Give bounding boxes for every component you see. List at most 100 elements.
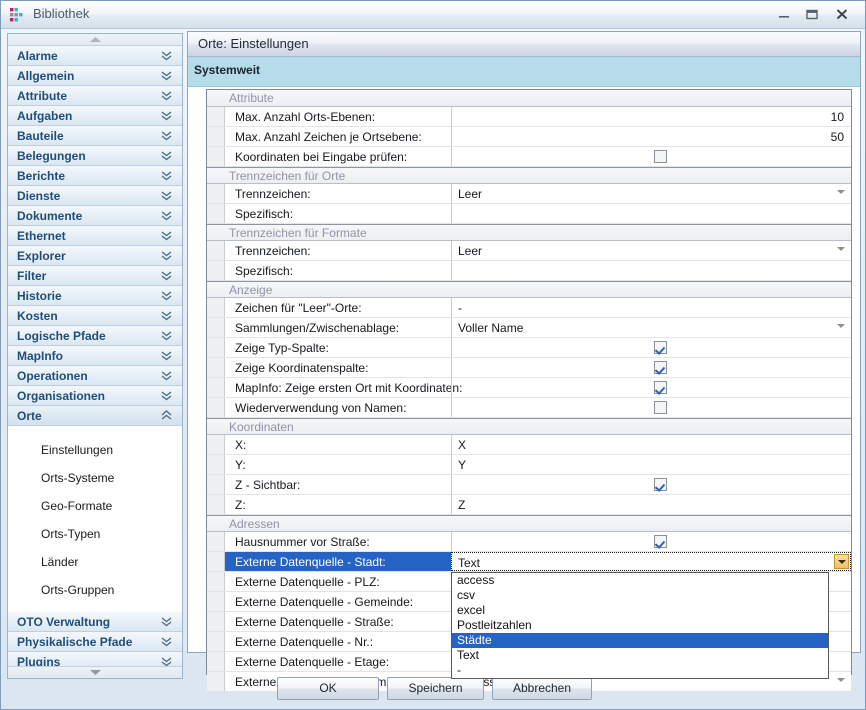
sidebar-item-einstellungen[interactable]: Einstellungen bbox=[8, 436, 182, 464]
sidebar-group-kosten[interactable]: Kosten bbox=[8, 306, 182, 326]
setting-row[interactable]: Z: Z bbox=[207, 495, 851, 515]
sidebar-group-orte[interactable]: Orte bbox=[8, 406, 182, 426]
sidebar-group-physikalische-pfade[interactable]: Physikalische Pfade bbox=[8, 632, 182, 652]
minimize-icon[interactable] bbox=[771, 5, 797, 24]
setting-value-cell[interactable] bbox=[451, 261, 851, 280]
combo-dropdown-button[interactable] bbox=[834, 554, 849, 569]
setting-value-cell[interactable]: Leer bbox=[451, 241, 851, 260]
setting-checkbox[interactable] bbox=[654, 478, 667, 491]
sidebar-scroll-up-icon[interactable] bbox=[8, 34, 182, 46]
sidebar-group-dienste[interactable]: Dienste bbox=[8, 186, 182, 206]
dropdown-option[interactable]: access bbox=[452, 573, 828, 588]
setting-checkbox[interactable] bbox=[654, 381, 667, 394]
sidebar-group-bauteile[interactable]: Bauteile bbox=[8, 126, 182, 146]
sidebar-group-logische-pfade[interactable]: Logische Pfade bbox=[8, 326, 182, 346]
setting-value-cell[interactable]: - bbox=[451, 298, 851, 317]
setting-value-cell[interactable]: 10 bbox=[451, 107, 851, 126]
setting-row[interactable]: Spezifisch: bbox=[207, 204, 851, 224]
setting-row[interactable]: X: X bbox=[207, 435, 851, 455]
setting-row[interactable]: Z - Sichtbar: bbox=[207, 475, 851, 495]
sidebar-item-orts-gruppen[interactable]: Orts-Gruppen bbox=[8, 576, 182, 604]
maximize-icon[interactable] bbox=[799, 5, 825, 24]
setting-value-cell[interactable]: Text bbox=[451, 552, 851, 571]
setting-row[interactable]: MapInfo: Zeige ersten Ort mit Koordinate… bbox=[207, 378, 851, 398]
sidebar-item-geo-formate[interactable]: Geo-Formate bbox=[8, 492, 182, 520]
setting-checkbox[interactable] bbox=[654, 361, 667, 374]
sidebar-group-allgemein[interactable]: Allgemein bbox=[8, 66, 182, 86]
setting-value-cell[interactable] bbox=[451, 475, 851, 494]
application-window: Bibliothek Alarme Allgemein Attribute Aufga… bbox=[0, 0, 866, 710]
setting-value-cell[interactable] bbox=[451, 204, 851, 223]
sidebar-group-label: Physikalische Pfade bbox=[17, 635, 133, 649]
setting-value-cell[interactable] bbox=[451, 378, 851, 397]
sidebar-group-organisationen[interactable]: Organisationen bbox=[8, 386, 182, 406]
setting-value-cell[interactable]: Voller Name bbox=[451, 318, 851, 337]
setting-row[interactable]: Zeige Typ-Spalte: bbox=[207, 338, 851, 358]
cancel-button[interactable]: Abbrechen bbox=[492, 677, 592, 700]
sidebar-group-ethernet[interactable]: Ethernet bbox=[8, 226, 182, 246]
setting-row[interactable]: Trennzeichen: Leer bbox=[207, 241, 851, 261]
dropdown-option[interactable]: Städte bbox=[452, 633, 828, 648]
setting-row[interactable]: Zeichen für "Leer"-Orte: - bbox=[207, 298, 851, 318]
setting-value-cell[interactable] bbox=[451, 398, 851, 417]
setting-row[interactable]: Sammlungen/Zwischenablage: Voller Name bbox=[207, 318, 851, 338]
setting-checkbox[interactable] bbox=[654, 401, 667, 414]
setting-value-cell[interactable] bbox=[451, 532, 851, 551]
section-header: Koordinaten bbox=[207, 418, 851, 435]
dropdown-option[interactable]: - bbox=[452, 663, 828, 678]
setting-value-cell[interactable]: 50 bbox=[451, 127, 851, 146]
sidebar-group-oto-verwaltung[interactable]: OTO Verwaltung bbox=[8, 612, 182, 632]
setting-row[interactable]: Trennzeichen: Leer bbox=[207, 184, 851, 204]
setting-row[interactable]: Max. Anzahl Orts-Ebenen: 10 bbox=[207, 107, 851, 127]
chevron-down-icon[interactable] bbox=[837, 190, 845, 194]
setting-row[interactable]: Spezifisch: bbox=[207, 261, 851, 281]
setting-value-cell[interactable]: X bbox=[451, 435, 851, 454]
dropdown-option[interactable]: csv bbox=[452, 588, 828, 603]
setting-checkbox[interactable] bbox=[654, 535, 667, 548]
setting-checkbox[interactable] bbox=[654, 341, 667, 354]
dropdown-list[interactable]: access csv excel Postleitzahlen Städte Text - bbox=[451, 572, 829, 679]
setting-label: Externe Datenquelle - Straße: bbox=[235, 615, 394, 629]
sidebar-group-historie[interactable]: Historie bbox=[8, 286, 182, 306]
ok-button[interactable]: OK bbox=[277, 677, 379, 700]
setting-value-cell[interactable] bbox=[451, 147, 851, 166]
setting-row[interactable]: Externe Datenquelle - Stadt: access csv exc… bbox=[207, 552, 851, 679]
setting-value-cell[interactable] bbox=[451, 358, 851, 377]
sidebar-item-orts-systeme[interactable]: Orts-Systeme bbox=[8, 464, 182, 492]
sidebar-group-label: Organisationen bbox=[17, 389, 106, 403]
sidebar-item-orts-typen[interactable]: Orts-Typen bbox=[8, 520, 182, 548]
dropdown-option[interactable]: Postleitzahlen bbox=[452, 618, 828, 633]
dropdown-option[interactable]: Text bbox=[452, 648, 828, 663]
setting-checkbox[interactable] bbox=[654, 150, 667, 163]
setting-row[interactable]: Koordinaten bei Eingabe prüfen: bbox=[207, 147, 851, 167]
sidebar-group-belegungen[interactable]: Belegungen bbox=[8, 146, 182, 166]
dropdown-option[interactable]: excel bbox=[452, 603, 828, 618]
sidebar-group-mapinfo[interactable]: MapInfo bbox=[8, 346, 182, 366]
sidebar-group-label: Logische Pfade bbox=[17, 329, 106, 343]
setting-value-cell[interactable] bbox=[451, 338, 851, 357]
sidebar-group-filter[interactable]: Filter bbox=[8, 266, 182, 286]
sidebar-group-explorer[interactable]: Explorer bbox=[8, 246, 182, 266]
chevron-down-icon[interactable] bbox=[837, 247, 845, 251]
chevron-down-icon[interactable] bbox=[837, 324, 845, 328]
sidebar-group-berichte[interactable]: Berichte bbox=[8, 166, 182, 186]
sidebar-group-operationen[interactable]: Operationen bbox=[8, 366, 182, 386]
sidebar-group-aufgaben[interactable]: Aufgaben bbox=[8, 106, 182, 126]
setting-value: 10 bbox=[830, 110, 844, 124]
sidebar-scroll-down-icon[interactable] bbox=[8, 666, 182, 678]
save-button[interactable]: Speichern bbox=[387, 677, 484, 700]
setting-row[interactable]: Max. Anzahl Zeichen je Ortsebene: 50 bbox=[207, 127, 851, 147]
sidebar-item-l-nder[interactable]: Länder bbox=[8, 548, 182, 576]
setting-value-cell[interactable]: Y bbox=[451, 455, 851, 474]
sidebar-group-dokumente[interactable]: Dokumente bbox=[8, 206, 182, 226]
setting-row[interactable]: Y: Y bbox=[207, 455, 851, 475]
setting-value-cell[interactable]: Z bbox=[451, 495, 851, 514]
row-gutter bbox=[207, 318, 225, 337]
sidebar-group-alarme[interactable]: Alarme bbox=[8, 46, 182, 66]
setting-row[interactable]: Zeige Koordinatenspalte: bbox=[207, 358, 851, 378]
setting-value-cell[interactable]: Leer bbox=[451, 184, 851, 203]
sidebar-group-attribute[interactable]: Attribute bbox=[8, 86, 182, 106]
close-icon[interactable] bbox=[829, 5, 855, 24]
setting-row[interactable]: Wiederverwendung von Namen: bbox=[207, 398, 851, 418]
setting-row[interactable]: Hausnummer vor Straße: bbox=[207, 532, 851, 552]
